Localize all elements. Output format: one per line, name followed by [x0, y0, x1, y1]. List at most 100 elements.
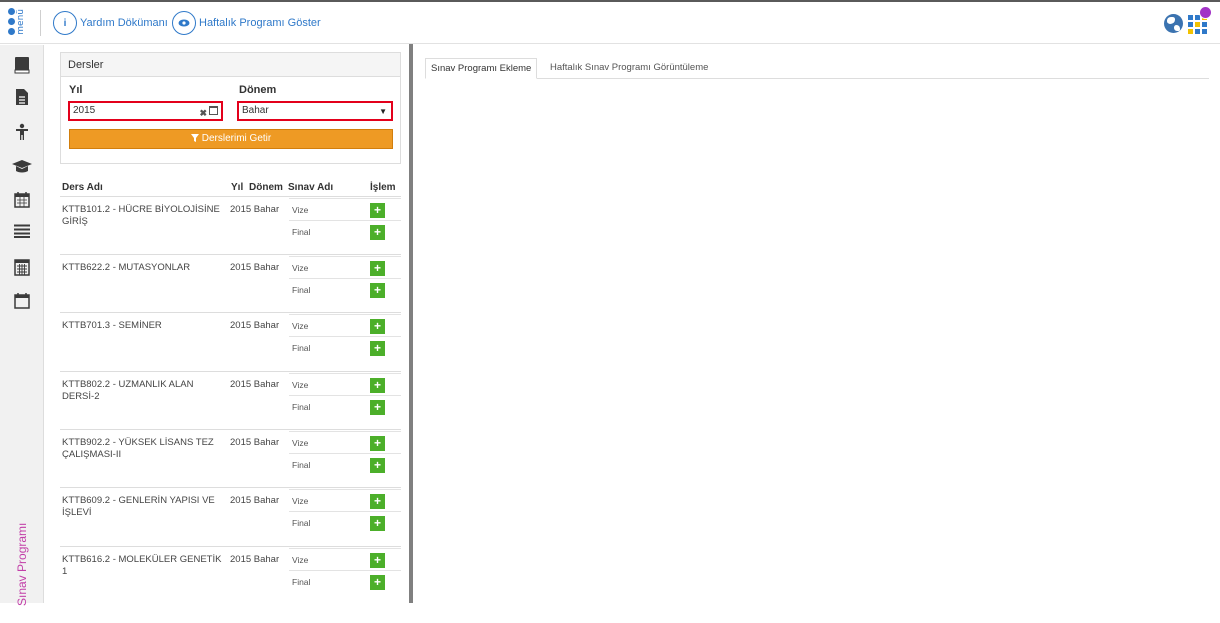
term-select[interactable]: Bahar ▼	[237, 101, 393, 121]
tab-exam-program-add[interactable]: Sınav Programı Ekleme	[425, 58, 538, 79]
sidebar-item-person[interactable]	[0, 115, 43, 149]
calendar-icon	[13, 191, 30, 208]
add-exam-button[interactable]: +	[370, 283, 385, 298]
sidebar-item-calendar-empty[interactable]	[0, 283, 43, 317]
add-exam-button[interactable]: +	[370, 553, 385, 568]
add-exam-button[interactable]: +	[370, 341, 385, 356]
exam-name: Final	[292, 343, 311, 353]
calendar-empty-icon	[13, 292, 30, 309]
term-value: Bahar	[242, 105, 269, 116]
exam-name: Final	[292, 227, 311, 237]
course-year-term: 2015 Bahar	[230, 495, 280, 506]
person-icon	[15, 123, 28, 140]
notification-badge[interactable]	[1199, 6, 1212, 19]
add-exam-button[interactable]: +	[370, 378, 385, 393]
menu-label: menü	[16, 9, 26, 35]
filter-icon	[190, 134, 199, 142]
tab-weekly-exam-program-view[interactable]: Haftalık Sınav Programı Görüntüleme	[545, 58, 713, 79]
help-document-link[interactable]: i Yardım Dökümanı	[53, 11, 168, 35]
exam-row: Final +	[289, 570, 401, 591]
exam-name: Vize	[292, 496, 309, 506]
panel-splitter[interactable]	[409, 44, 413, 603]
col-action: İşlem	[370, 182, 396, 193]
clear-icon[interactable]: ✖	[199, 105, 207, 121]
top-bar: menü i Yardım Dökümanı Haftalık Programı…	[0, 0, 1220, 44]
menu-button[interactable]: menü	[8, 7, 30, 37]
filter-title: Dersler	[61, 53, 400, 77]
exam-row: Final +	[289, 453, 401, 474]
courses-panel: Dersler Yıl Dönem 2015 ✖ Bahar ▼ Dersler…	[60, 52, 402, 603]
course-year-term: 2015 Bahar	[230, 204, 280, 215]
get-courses-label: Derslerimi Getir	[201, 133, 272, 144]
table-row: KTTB802.2 - UZMANLIK ALAN DERSİ-2 2015 Ba…	[60, 371, 401, 429]
exam-row: Vize +	[289, 373, 401, 394]
course-name: KTTB101.2 - HÜCRE BİYOLOJİSİNE GİRİŞ	[62, 204, 220, 227]
add-exam-button[interactable]: +	[370, 494, 385, 509]
exam-name: Final	[292, 577, 311, 587]
exam-name: Vize	[292, 555, 309, 565]
course-name: KTTB609.2 - GENLERİN YAPISI VE İŞLEVİ	[62, 495, 215, 518]
list-icon	[13, 224, 30, 238]
dropdown-arrow-icon: ▼	[379, 107, 387, 116]
calculator-icon	[13, 258, 30, 276]
exam-row: Vize +	[289, 489, 401, 510]
add-exam-button[interactable]: +	[370, 319, 385, 334]
sidebar-item-list[interactable]	[0, 214, 43, 248]
term-label: Dönem	[239, 84, 277, 96]
table-row: KTTB609.2 - GENLERİN YAPISI VE İŞLEVİ 201…	[60, 487, 401, 545]
weekly-program-label: Haftalık Programı Göster	[199, 17, 321, 29]
globe-icon[interactable]	[1164, 14, 1183, 33]
eye-icon	[172, 11, 196, 35]
exam-row: Final +	[289, 395, 401, 416]
table-row: KTTB902.2 - YÜKSEK LİSANS TEZ ÇALIŞMASI-…	[60, 429, 401, 487]
year-input[interactable]: 2015 ✖	[68, 101, 223, 121]
add-exam-button[interactable]: +	[370, 261, 385, 276]
exam-name: Vize	[292, 263, 309, 273]
exam-name: Vize	[292, 321, 309, 331]
document-icon	[15, 89, 28, 105]
get-courses-button[interactable]: Derslerimi Getir	[69, 129, 393, 149]
col-exam-name: Sınav Adı	[288, 182, 334, 193]
table-row: KTTB701.3 - SEMİNER 2015 Bahar Vize + Final +	[60, 312, 401, 370]
sidebar: Sınav Programı	[0, 45, 44, 606]
add-exam-button[interactable]: +	[370, 203, 385, 218]
course-name: KTTB701.3 - SEMİNER	[62, 320, 162, 331]
add-exam-button[interactable]: +	[370, 225, 385, 240]
col-course-name: Ders Adı	[62, 182, 103, 193]
exam-row: Final +	[289, 511, 401, 532]
sidebar-item-book[interactable]	[0, 48, 43, 82]
calendar-icon[interactable]	[209, 106, 218, 115]
exam-name: Vize	[292, 438, 309, 448]
course-name: KTTB622.2 - MUTASYONLAR	[62, 262, 191, 273]
course-year-term: 2015 Bahar	[230, 554, 280, 565]
sidebar-item-document[interactable]	[0, 80, 43, 114]
table-row: KTTB616.2 - MOLEKÜLER GENETİK 1 2015 Baha…	[60, 546, 401, 603]
course-name: KTTB802.2 - UZMANLIK ALAN DERSİ-2	[62, 379, 194, 402]
course-name: KTTB902.2 - YÜKSEK LİSANS TEZ ÇALIŞMASI-…	[62, 437, 214, 460]
add-exam-button[interactable]: +	[370, 516, 385, 531]
course-year-term: 2015 Bahar	[230, 320, 280, 331]
add-exam-button[interactable]: +	[370, 575, 385, 590]
col-year: Yıl	[231, 182, 244, 193]
add-exam-button[interactable]: +	[370, 458, 385, 473]
sidebar-item-graduation[interactable]	[0, 150, 43, 184]
add-exam-button[interactable]: +	[370, 436, 385, 451]
exam-name: Vize	[292, 380, 309, 390]
sidebar-vertical-title: Sınav Programı	[15, 522, 29, 606]
exam-row: Vize +	[289, 256, 401, 277]
divider	[40, 10, 41, 36]
graduation-cap-icon	[11, 160, 32, 173]
weekly-program-link[interactable]: Haftalık Programı Göster	[172, 11, 321, 35]
col-term: Dönem	[249, 182, 283, 193]
course-year-term: 2015 Bahar	[230, 379, 280, 390]
sidebar-item-calculator[interactable]	[0, 250, 43, 284]
book-icon	[14, 57, 29, 74]
exam-row: Vize +	[289, 548, 401, 569]
add-exam-button[interactable]: +	[370, 400, 385, 415]
menu-dot-icon	[8, 18, 15, 25]
exam-row: Vize +	[289, 314, 401, 335]
sidebar-item-calendar[interactable]	[0, 182, 43, 216]
tab-bar: Sınav Programı Ekleme Haftalık Sınav Pro…	[425, 58, 1209, 79]
exam-row: Vize +	[289, 431, 401, 452]
info-icon: i	[53, 11, 77, 35]
